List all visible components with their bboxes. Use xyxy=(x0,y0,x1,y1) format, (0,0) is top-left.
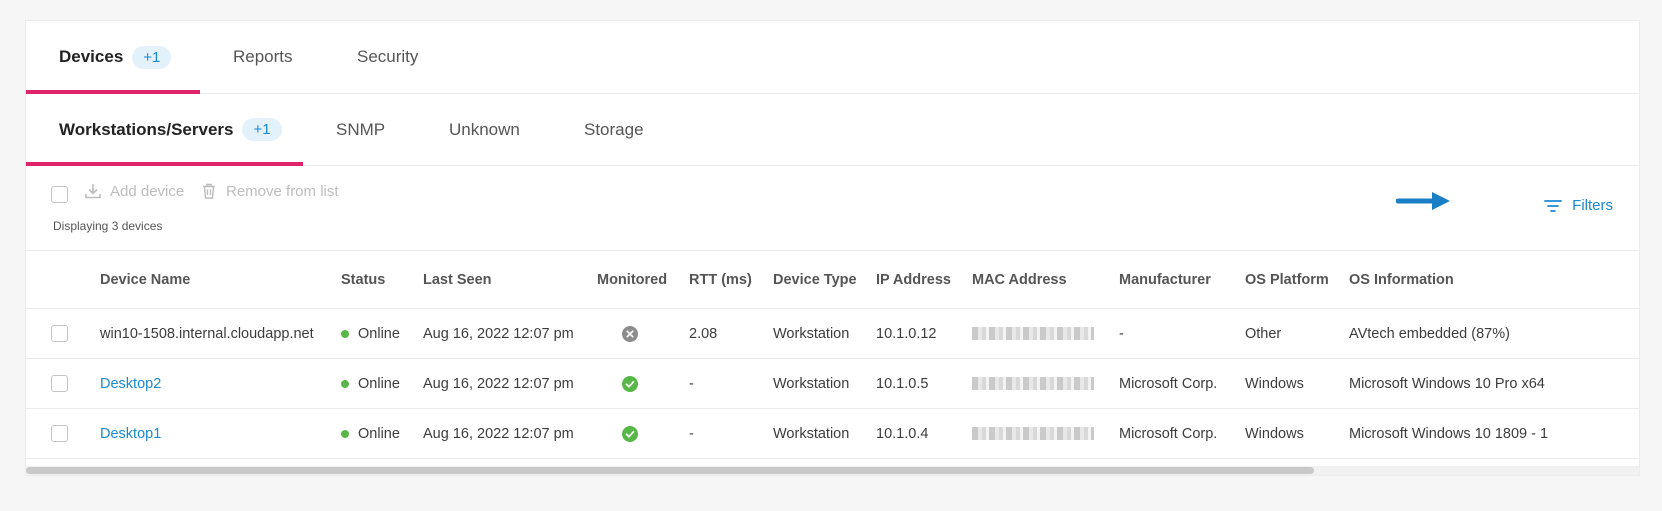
rtt: - xyxy=(689,375,694,392)
table-row[interactable]: Desktop1 Online Aug 16, 2022 12:07 pm - … xyxy=(26,409,1639,459)
row-checkbox[interactable] xyxy=(51,325,68,342)
last-seen: Aug 16, 2022 12:07 pm xyxy=(423,425,574,442)
devices-table: Device Name Status Last Seen Monitored R… xyxy=(26,250,1639,459)
device-name: win10-1508.internal.cloudapp.net xyxy=(100,325,314,342)
secondary-tabs: Workstations/Servers +1 SNMP Unknown Sto… xyxy=(26,94,1639,166)
tab-devices-label: Devices xyxy=(59,47,124,66)
devices-card: Devices +1 Reports Security Workstations… xyxy=(25,20,1640,476)
tab-security[interactable]: Security xyxy=(357,21,418,93)
rtt: 2.08 xyxy=(689,325,718,342)
check-circle-icon xyxy=(622,425,638,442)
tab-devices[interactable]: Devices +1 xyxy=(26,21,200,94)
column-monitored[interactable]: Monitored xyxy=(597,251,667,308)
tab-snmp[interactable]: SNMP xyxy=(336,94,385,165)
trash-icon xyxy=(203,183,215,199)
column-manufacturer[interactable]: Manufacturer xyxy=(1119,251,1211,308)
tab-unknown-label: Unknown xyxy=(449,119,520,139)
tab-snmp-label: SNMP xyxy=(336,119,386,139)
os-platform: Windows xyxy=(1245,425,1304,442)
os-information: Microsoft Windows 10 1809 - 1 xyxy=(1349,425,1549,442)
manufacturer: - xyxy=(1119,325,1124,342)
check-circle-icon xyxy=(622,375,638,392)
status-text: Online xyxy=(358,425,400,442)
tab-unknown[interactable]: Unknown xyxy=(449,94,520,165)
download-icon xyxy=(85,184,101,199)
ip-address: 10.1.0.5 xyxy=(876,375,929,392)
mac-address-redacted xyxy=(972,359,1094,408)
table-row[interactable]: Desktop2 Online Aug 16, 2022 12:07 pm - … xyxy=(26,359,1639,409)
status-text: Online xyxy=(358,375,400,392)
remove-from-list-button[interactable]: Remove from list xyxy=(200,182,339,200)
row-checkbox[interactable] xyxy=(51,375,68,392)
monitored-cell xyxy=(622,409,638,458)
tab-workstations-servers[interactable]: Workstations/Servers +1 xyxy=(26,94,303,166)
tab-reports-label: Reports xyxy=(233,47,293,66)
device-type: Workstation xyxy=(773,325,850,342)
status-cell: Online xyxy=(341,359,400,408)
device-name-link[interactable]: Desktop2 xyxy=(100,359,161,408)
mac-address-redacted xyxy=(972,309,1094,358)
toolbar: Add device Remove from list Displaying 3… xyxy=(26,166,1639,250)
monitored-cell xyxy=(622,359,638,408)
ip-address: 10.1.0.12 xyxy=(876,325,937,342)
device-count-text: Displaying 3 devices xyxy=(53,219,163,233)
tab-workstations-badge: +1 xyxy=(242,118,282,141)
horizontal-scrollbar[interactable] xyxy=(26,466,1639,475)
tab-security-label: Security xyxy=(357,47,419,66)
row-checkbox[interactable] xyxy=(51,425,68,442)
last-seen: Aug 16, 2022 12:07 pm xyxy=(423,375,574,392)
manufacturer: Microsoft Corp. xyxy=(1119,375,1218,392)
device-type: Workstation xyxy=(773,375,850,392)
online-dot-icon xyxy=(341,379,349,388)
column-device-type[interactable]: Device Type xyxy=(773,251,857,308)
device-type: Workstation xyxy=(773,425,850,442)
tab-devices-badge: +1 xyxy=(132,45,172,69)
mac-address-redacted xyxy=(972,409,1094,458)
monitored-cell xyxy=(622,309,638,358)
filter-icon xyxy=(1544,199,1563,212)
status-cell: Online xyxy=(341,309,400,358)
column-ip-address[interactable]: IP Address xyxy=(876,251,951,308)
add-device-label: Add device xyxy=(110,182,185,200)
online-dot-icon xyxy=(341,329,349,338)
column-mac-address[interactable]: MAC Address xyxy=(972,251,1067,308)
os-information: AVtech embedded (87%) xyxy=(1349,325,1510,342)
select-all-checkbox[interactable] xyxy=(51,186,68,203)
status-text: Online xyxy=(358,325,400,342)
add-device-button[interactable]: Add device xyxy=(84,182,184,200)
column-last-seen[interactable]: Last Seen xyxy=(423,251,492,308)
column-os-information[interactable]: OS Information xyxy=(1349,251,1454,308)
rtt: - xyxy=(689,425,694,442)
remove-from-list-label: Remove from list xyxy=(226,182,339,200)
filters-label: Filters xyxy=(1572,197,1613,214)
column-status[interactable]: Status xyxy=(341,251,385,308)
os-platform: Windows xyxy=(1245,375,1304,392)
last-seen: Aug 16, 2022 12:07 pm xyxy=(423,325,574,342)
os-platform: Other xyxy=(1245,325,1282,342)
tab-storage-label: Storage xyxy=(584,119,644,139)
tab-reports[interactable]: Reports xyxy=(233,21,293,93)
table-header: Device Name Status Last Seen Monitored R… xyxy=(26,250,1639,309)
online-dot-icon xyxy=(341,429,349,438)
table-row[interactable]: win10-1508.internal.cloudapp.net Online … xyxy=(26,309,1639,359)
column-device-name[interactable]: Device Name xyxy=(100,251,190,308)
status-cell: Online xyxy=(341,409,400,458)
primary-tabs: Devices +1 Reports Security xyxy=(26,21,1639,94)
ip-address: 10.1.0.4 xyxy=(876,425,929,442)
scrollbar-thumb[interactable] xyxy=(26,467,1314,474)
tab-storage[interactable]: Storage xyxy=(584,94,644,165)
pointer-arrow-icon xyxy=(1396,192,1450,210)
filters-button[interactable]: Filters xyxy=(1544,197,1613,214)
column-os-platform[interactable]: OS Platform xyxy=(1245,251,1329,308)
column-rtt[interactable]: RTT (ms) xyxy=(689,251,752,308)
x-circle-icon xyxy=(622,325,638,342)
manufacturer: Microsoft Corp. xyxy=(1119,425,1218,442)
os-information: Microsoft Windows 10 Pro x64 xyxy=(1349,375,1545,392)
device-name-link[interactable]: Desktop1 xyxy=(100,409,161,458)
tab-workstations-label: Workstations/Servers xyxy=(59,119,234,139)
